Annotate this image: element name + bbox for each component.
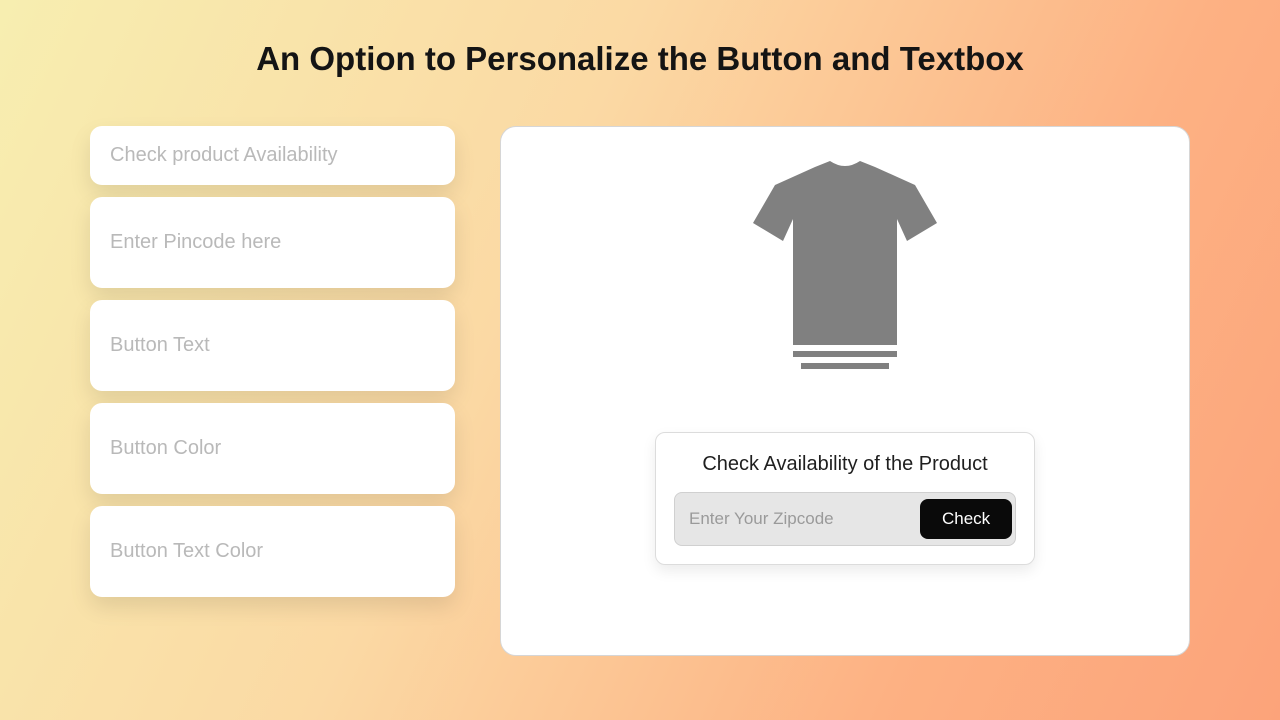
- zipcode-input-row: Check: [674, 492, 1016, 546]
- content-area: Check product Availability Enter Pincode…: [90, 126, 1190, 656]
- tshirt-icon: [745, 157, 945, 377]
- availability-checker-title: Check Availability of the Product: [674, 453, 1016, 476]
- button-text-color-field[interactable]: Button Text Color: [90, 506, 455, 597]
- button-text-field[interactable]: Button Text: [90, 300, 455, 391]
- customization-sidebar: Check product Availability Enter Pincode…: [90, 126, 455, 597]
- page-title: An Option to Personalize the Button and …: [90, 40, 1190, 78]
- preview-panel: Check Availability of the Product Check: [500, 126, 1190, 656]
- availability-text-field[interactable]: Check product Availability: [90, 126, 455, 185]
- button-color-field[interactable]: Button Color: [90, 403, 455, 494]
- availability-checker-card: Check Availability of the Product Check: [655, 432, 1035, 565]
- zipcode-input[interactable]: [689, 509, 910, 529]
- check-button[interactable]: Check: [920, 499, 1012, 539]
- pincode-placeholder-field[interactable]: Enter Pincode here: [90, 197, 455, 288]
